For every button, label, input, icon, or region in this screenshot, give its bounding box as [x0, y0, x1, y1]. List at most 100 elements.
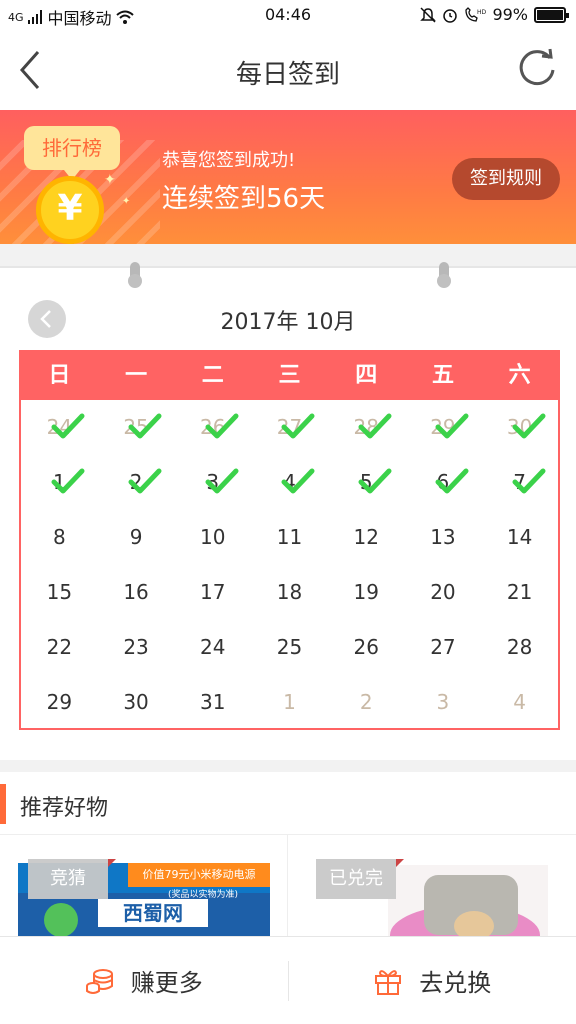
- checkmark-icon: [51, 468, 85, 494]
- calendar-panel: 2017年 10月 日 一 二 三 四 五 六 24 25 26 27 28 29 30 1 2…: [0, 262, 576, 760]
- calendar-day-label: 30: [123, 690, 149, 714]
- calendar-day[interactable]: 4: [481, 675, 558, 730]
- calendar-day-label: 20: [430, 580, 456, 604]
- bottom-bar: 赚更多 去兑换: [0, 936, 576, 1024]
- redeem-label: 去兑换: [419, 969, 492, 997]
- calendar-day[interactable]: 6: [405, 455, 482, 510]
- calendar-day[interactable]: 2: [98, 455, 175, 510]
- calendar-day[interactable]: 28: [328, 400, 405, 455]
- calendar-day[interactable]: 1: [251, 675, 328, 730]
- calendar-day[interactable]: 10: [174, 510, 251, 565]
- calendar-day[interactable]: 3: [405, 675, 482, 730]
- signin-streak-text: 连续签到56天: [162, 184, 326, 214]
- calendar-day-label: 29: [46, 690, 73, 714]
- calendar-day[interactable]: 30: [481, 400, 558, 455]
- calendar-day[interactable]: 13: [405, 510, 482, 565]
- calendar-day[interactable]: 2: [328, 675, 405, 730]
- calendar-day-label: 27: [430, 635, 456, 659]
- calendar-day[interactable]: 31: [174, 675, 251, 730]
- calendar-day-label: 8: [52, 525, 66, 549]
- product-card[interactable]: 已兑完: [288, 835, 576, 945]
- battery-percent: 99%: [492, 5, 528, 24]
- calendar-day[interactable]: 14: [481, 510, 558, 565]
- calendar-day-label: 14: [506, 525, 533, 549]
- nav-bar: 每日签到: [0, 30, 576, 110]
- calendar-day[interactable]: 12: [328, 510, 405, 565]
- calendar-day-label: 25: [276, 635, 303, 659]
- checkmark-icon: [358, 413, 392, 439]
- refresh-icon[interactable]: [516, 48, 558, 90]
- calendar-day[interactable]: 30: [98, 675, 175, 730]
- calendar-day-label: 3: [436, 690, 450, 714]
- calendar-day[interactable]: 25: [251, 620, 328, 675]
- calendar-day[interactable]: 22: [21, 620, 98, 675]
- checkmark-icon: [512, 468, 546, 494]
- calendar-day[interactable]: 21: [481, 565, 558, 620]
- calendar-day[interactable]: 11: [251, 510, 328, 565]
- product-brand: 西蜀网: [98, 899, 208, 927]
- earn-more-label: 赚更多: [130, 969, 203, 997]
- status-bar: 4G 中国移动 04:46 HD 99%: [0, 0, 576, 30]
- calendar-day[interactable]: 8: [21, 510, 98, 565]
- checkmark-icon: [205, 468, 239, 494]
- calendar-day[interactable]: 24: [21, 400, 98, 455]
- calendar-day[interactable]: 9: [98, 510, 175, 565]
- calendar-day[interactable]: 5: [328, 455, 405, 510]
- calendar-day-label: 21: [506, 580, 533, 604]
- checkmark-icon: [281, 413, 315, 439]
- calendar-day[interactable]: 15: [21, 565, 98, 620]
- calendar-day-label: 9: [129, 525, 143, 549]
- calendar-day-label: 2: [359, 690, 373, 714]
- status-right: HD 99%: [420, 5, 569, 24]
- calendar-day-label: 28: [506, 635, 533, 659]
- calendar-day[interactable]: 18: [251, 565, 328, 620]
- signin-success-text: 恭喜您签到成功!: [162, 150, 296, 171]
- calendar-day[interactable]: 20: [405, 565, 482, 620]
- gift-icon: [375, 969, 402, 995]
- weekday-label: 日: [48, 363, 71, 388]
- calendar-day[interactable]: 24: [174, 620, 251, 675]
- checkmark-icon: [435, 413, 469, 439]
- signin-rules-button[interactable]: 签到规则: [452, 158, 560, 200]
- earn-more-button[interactable]: 赚更多: [0, 937, 288, 1024]
- calendar-day[interactable]: 1: [21, 455, 98, 510]
- calendar-day-label: 26: [353, 635, 379, 659]
- page-title: 每日签到: [235, 60, 340, 90]
- calendar-day[interactable]: 27: [405, 620, 482, 675]
- calendar-day[interactable]: 16: [98, 565, 175, 620]
- checkmark-icon: [512, 413, 546, 439]
- leaderboard-button[interactable]: 排行榜: [24, 126, 120, 180]
- calendar-day-label: 17: [200, 580, 226, 604]
- redeem-button[interactable]: 去兑换: [289, 937, 576, 1024]
- sparkle-icon: ✦: [104, 172, 116, 188]
- calendar-day-label: 18: [276, 580, 303, 604]
- calendar-day[interactable]: 25: [98, 400, 175, 455]
- weekday-label: 四: [355, 363, 378, 388]
- calendar-pin: [437, 262, 451, 288]
- section-title: 推荐好物: [20, 796, 109, 821]
- calendar-day[interactable]: 29: [405, 400, 482, 455]
- calendar-day[interactable]: 28: [481, 620, 558, 675]
- calendar-day[interactable]: 17: [174, 565, 251, 620]
- calendar-day[interactable]: 27: [251, 400, 328, 455]
- calendar-day[interactable]: 3: [174, 455, 251, 510]
- calendar-day[interactable]: 29: [21, 675, 98, 730]
- calendar-day[interactable]: 26: [328, 620, 405, 675]
- calendar-day[interactable]: 19: [328, 565, 405, 620]
- calendar-day[interactable]: 23: [98, 620, 175, 675]
- product-card[interactable]: 价值79元小米移动电源 (奖品以实物为准) 西蜀网 竞猜: [0, 835, 288, 945]
- calendar-day[interactable]: 7: [481, 455, 558, 510]
- svg-text:HD: HD: [477, 9, 486, 16]
- coin-icon: ¥: [36, 176, 104, 244]
- product-promo-text: 价值79元小米移动电源: [128, 863, 270, 887]
- signin-calendar: 日 一 二 三 四 五 六 24 25 26 27 28 29 30 1 2 3 4 5 6 7 8 9 10 1…: [19, 350, 560, 730]
- product-image: [388, 865, 548, 945]
- calendar-day-label: 15: [46, 580, 73, 604]
- checkmark-icon: [435, 468, 469, 494]
- calendar-day[interactable]: 26: [174, 400, 251, 455]
- calendar-day[interactable]: 4: [251, 455, 328, 510]
- calendar-day-label: 1: [283, 690, 296, 714]
- checkmark-icon: [51, 413, 85, 439]
- section-accent-bar: [0, 784, 6, 824]
- checkmark-icon: [128, 468, 162, 494]
